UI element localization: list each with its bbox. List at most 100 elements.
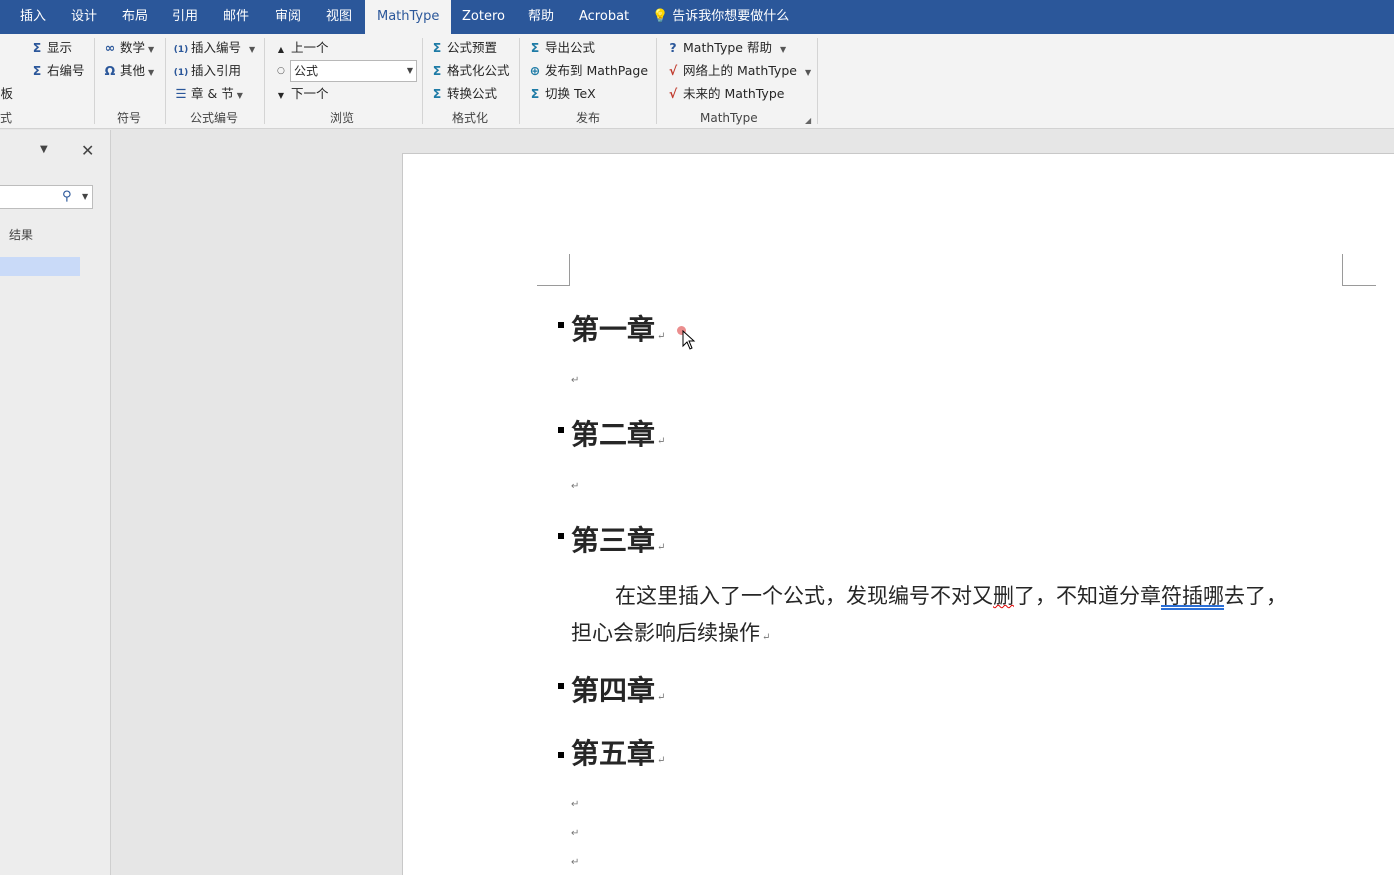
group-label-equation: 公式 bbox=[0, 111, 13, 125]
empty-paragraph-mark: ↵ bbox=[571, 828, 580, 839]
chevron-down-icon: ▼ bbox=[779, 45, 787, 54]
export-icon: Σ bbox=[530, 40, 540, 55]
tab-layout[interactable]: 布局 bbox=[122, 0, 148, 34]
navigation-pane: ▼ ✕ ⚲ ▼ 结果 bbox=[0, 130, 111, 875]
empty-paragraph-mark: ↵ bbox=[571, 481, 580, 492]
arrow-up-icon: ▲ bbox=[277, 45, 285, 54]
lightbulb-icon: 💡 bbox=[652, 9, 669, 24]
crop-mark-left bbox=[537, 254, 570, 286]
heading-bullet bbox=[558, 683, 564, 689]
next-button[interactable]: ▼ 下一个 bbox=[273, 84, 329, 104]
crop-mark-right bbox=[1342, 254, 1376, 286]
mathtype-help-button[interactable]: ? MathType 帮助 ▼ bbox=[665, 38, 786, 58]
ribbon-tab-bar: 插入 设计 布局 引用 邮件 审阅 视图 MathType Zotero 帮助 … bbox=[0, 0, 1394, 34]
group-label-browse: 浏览 bbox=[330, 111, 355, 125]
mathtype-online-button[interactable]: √ 网络上的 MathType ▼ bbox=[665, 61, 811, 81]
close-icon[interactable]: ✕ bbox=[81, 141, 94, 160]
body-paragraph-line-2[interactable]: 担心会影响后续操作 ↵ bbox=[571, 620, 770, 651]
body-paragraph-line-1[interactable]: 在这里插入了一个公式，发现编号不对又删了，不知道分章符插哪去了， bbox=[615, 583, 1287, 609]
publish-mathpage-button[interactable]: ⊕ 发布到 MathPage bbox=[527, 61, 648, 81]
spelling-error[interactable]: 删 bbox=[993, 584, 1014, 608]
empty-paragraph-mark: ↵ bbox=[571, 857, 580, 868]
group-label-symbols: 符号 bbox=[117, 111, 142, 125]
chapter-section-button[interactable]: ☰ 章 & 节 ▼ bbox=[173, 84, 242, 104]
empty-paragraph-mark: ↵ bbox=[571, 799, 580, 810]
insert-reference-button[interactable]: (1) 插入引用 bbox=[173, 61, 241, 81]
export-equations-button[interactable]: Σ 导出公式 bbox=[527, 38, 595, 58]
group-label-format: 格式化 bbox=[452, 111, 489, 125]
paragraph-mark: ↵ bbox=[657, 755, 666, 766]
heading-chapter-5[interactable]: 第五章 ↵ bbox=[571, 737, 665, 778]
convert-equations-button[interactable]: Σ 转换公式 bbox=[429, 84, 497, 104]
chevron-down-icon: ▼ bbox=[804, 68, 812, 77]
grammar-flag[interactable]: 符插哪 bbox=[1161, 584, 1224, 608]
panel-button[interactable]: 面板 bbox=[0, 84, 13, 104]
group-separator bbox=[94, 38, 95, 124]
tab-insert[interactable]: 插入 bbox=[20, 0, 46, 34]
tab-zotero[interactable]: Zotero bbox=[462, 0, 505, 34]
browse-type-select[interactable]: 公式 ▼ bbox=[290, 60, 417, 82]
tab-design[interactable]: 设计 bbox=[71, 0, 97, 34]
arrow-down-icon: ▼ bbox=[277, 91, 285, 100]
help-icon: ? bbox=[669, 40, 677, 55]
display-equation-button[interactable]: Σ 显示 bbox=[29, 38, 72, 58]
equation-number-icon: (1) bbox=[173, 45, 189, 55]
heading-bullet bbox=[558, 752, 564, 758]
empty-paragraph-mark: ↵ bbox=[571, 375, 580, 386]
tab-mailings[interactable]: 邮件 bbox=[223, 0, 249, 34]
chevron-down-icon: ▼ bbox=[406, 66, 413, 75]
group-label-mathtype: MathType bbox=[700, 111, 758, 125]
chevron-down-icon: ▼ bbox=[148, 45, 155, 54]
group-label-publish: 发布 bbox=[576, 111, 601, 125]
tab-help[interactable]: 帮助 bbox=[528, 0, 554, 34]
omega-icon: Ω bbox=[104, 63, 116, 78]
tell-me-box[interactable]: 💡 告诉我你想要做什么 bbox=[652, 0, 789, 34]
heading-chapter-3[interactable]: 第三章 ↵ bbox=[571, 524, 665, 565]
tex-icon: Σ bbox=[530, 86, 540, 101]
chevron-down-icon[interactable]: ▼ bbox=[40, 144, 48, 155]
mathtype-web-icon: √ bbox=[668, 63, 678, 78]
group-separator bbox=[422, 38, 423, 124]
other-symbols-button[interactable]: Ω 其他 ▼ bbox=[102, 61, 155, 81]
paragraph-mark: ↵ bbox=[657, 542, 666, 553]
heading-chapter-4[interactable]: 第四章 ↵ bbox=[571, 674, 665, 715]
mathtype-future-icon: √ bbox=[668, 86, 678, 101]
group-separator bbox=[165, 38, 166, 124]
heading-bullet bbox=[558, 533, 564, 539]
dialog-launcher-icon[interactable]: ◢ bbox=[805, 116, 811, 125]
future-mathtype-button[interactable]: √ 未来的 MathType bbox=[665, 84, 785, 104]
paragraph-mark: ↵ bbox=[657, 436, 666, 447]
insert-number-button[interactable]: (1) 插入编号 ▼ bbox=[173, 38, 255, 58]
equation-presets-button[interactable]: Σ 公式预置 bbox=[429, 38, 497, 58]
format-equations-button[interactable]: Σ 格式化公式 bbox=[429, 61, 510, 81]
toggle-tex-button[interactable]: Σ 切换 TeX bbox=[527, 84, 596, 104]
search-icon[interactable]: ⚲ bbox=[62, 189, 72, 204]
tab-acrobat[interactable]: Acrobat bbox=[579, 0, 629, 34]
format-sigma-icon: Σ bbox=[432, 40, 442, 55]
tab-mathtype[interactable]: MathType bbox=[365, 0, 452, 34]
infinity-icon: ∞ bbox=[104, 40, 116, 55]
chevron-down-icon: ▼ bbox=[249, 45, 256, 54]
nav-search-input[interactable]: ⚲ ▼ bbox=[0, 185, 93, 209]
heading-chapter-1[interactable]: 第一章 ↵ bbox=[571, 313, 665, 354]
math-symbols-button[interactable]: ∞ 数学 ▼ bbox=[102, 38, 154, 58]
tab-references[interactable]: 引用 bbox=[172, 0, 198, 34]
right-numbered-button[interactable]: Σ 右编号 bbox=[29, 61, 85, 81]
group-separator bbox=[817, 38, 818, 124]
format-sigma-icon: Σ bbox=[432, 63, 442, 78]
tab-review[interactable]: 审阅 bbox=[275, 0, 301, 34]
tab-view[interactable]: 视图 bbox=[326, 0, 352, 34]
nav-results-tab[interactable]: 结果 bbox=[9, 226, 33, 243]
globe-icon: ⊕ bbox=[529, 63, 541, 78]
paragraph-mark: ↵ bbox=[657, 331, 666, 342]
chevron-down-icon[interactable]: ▼ bbox=[82, 192, 88, 201]
sigma-icon: Σ bbox=[32, 40, 42, 55]
tell-me-text: 告诉我你想要做什么 bbox=[672, 9, 790, 24]
ribbon: Σ显示 Σ右编号 面板 公式 ∞数学▼ Ω其他▼ 符号 (1)插入编号▼ (1)… bbox=[0, 34, 1394, 129]
heading-bullet bbox=[558, 322, 564, 328]
mouse-pointer-icon bbox=[682, 330, 696, 350]
previous-button[interactable]: ▲ 上一个 bbox=[273, 38, 329, 58]
paragraph-mark: ↵ bbox=[762, 632, 771, 643]
heading-chapter-2[interactable]: 第二章 ↵ bbox=[571, 418, 665, 459]
nav-selected-item[interactable] bbox=[0, 257, 80, 276]
